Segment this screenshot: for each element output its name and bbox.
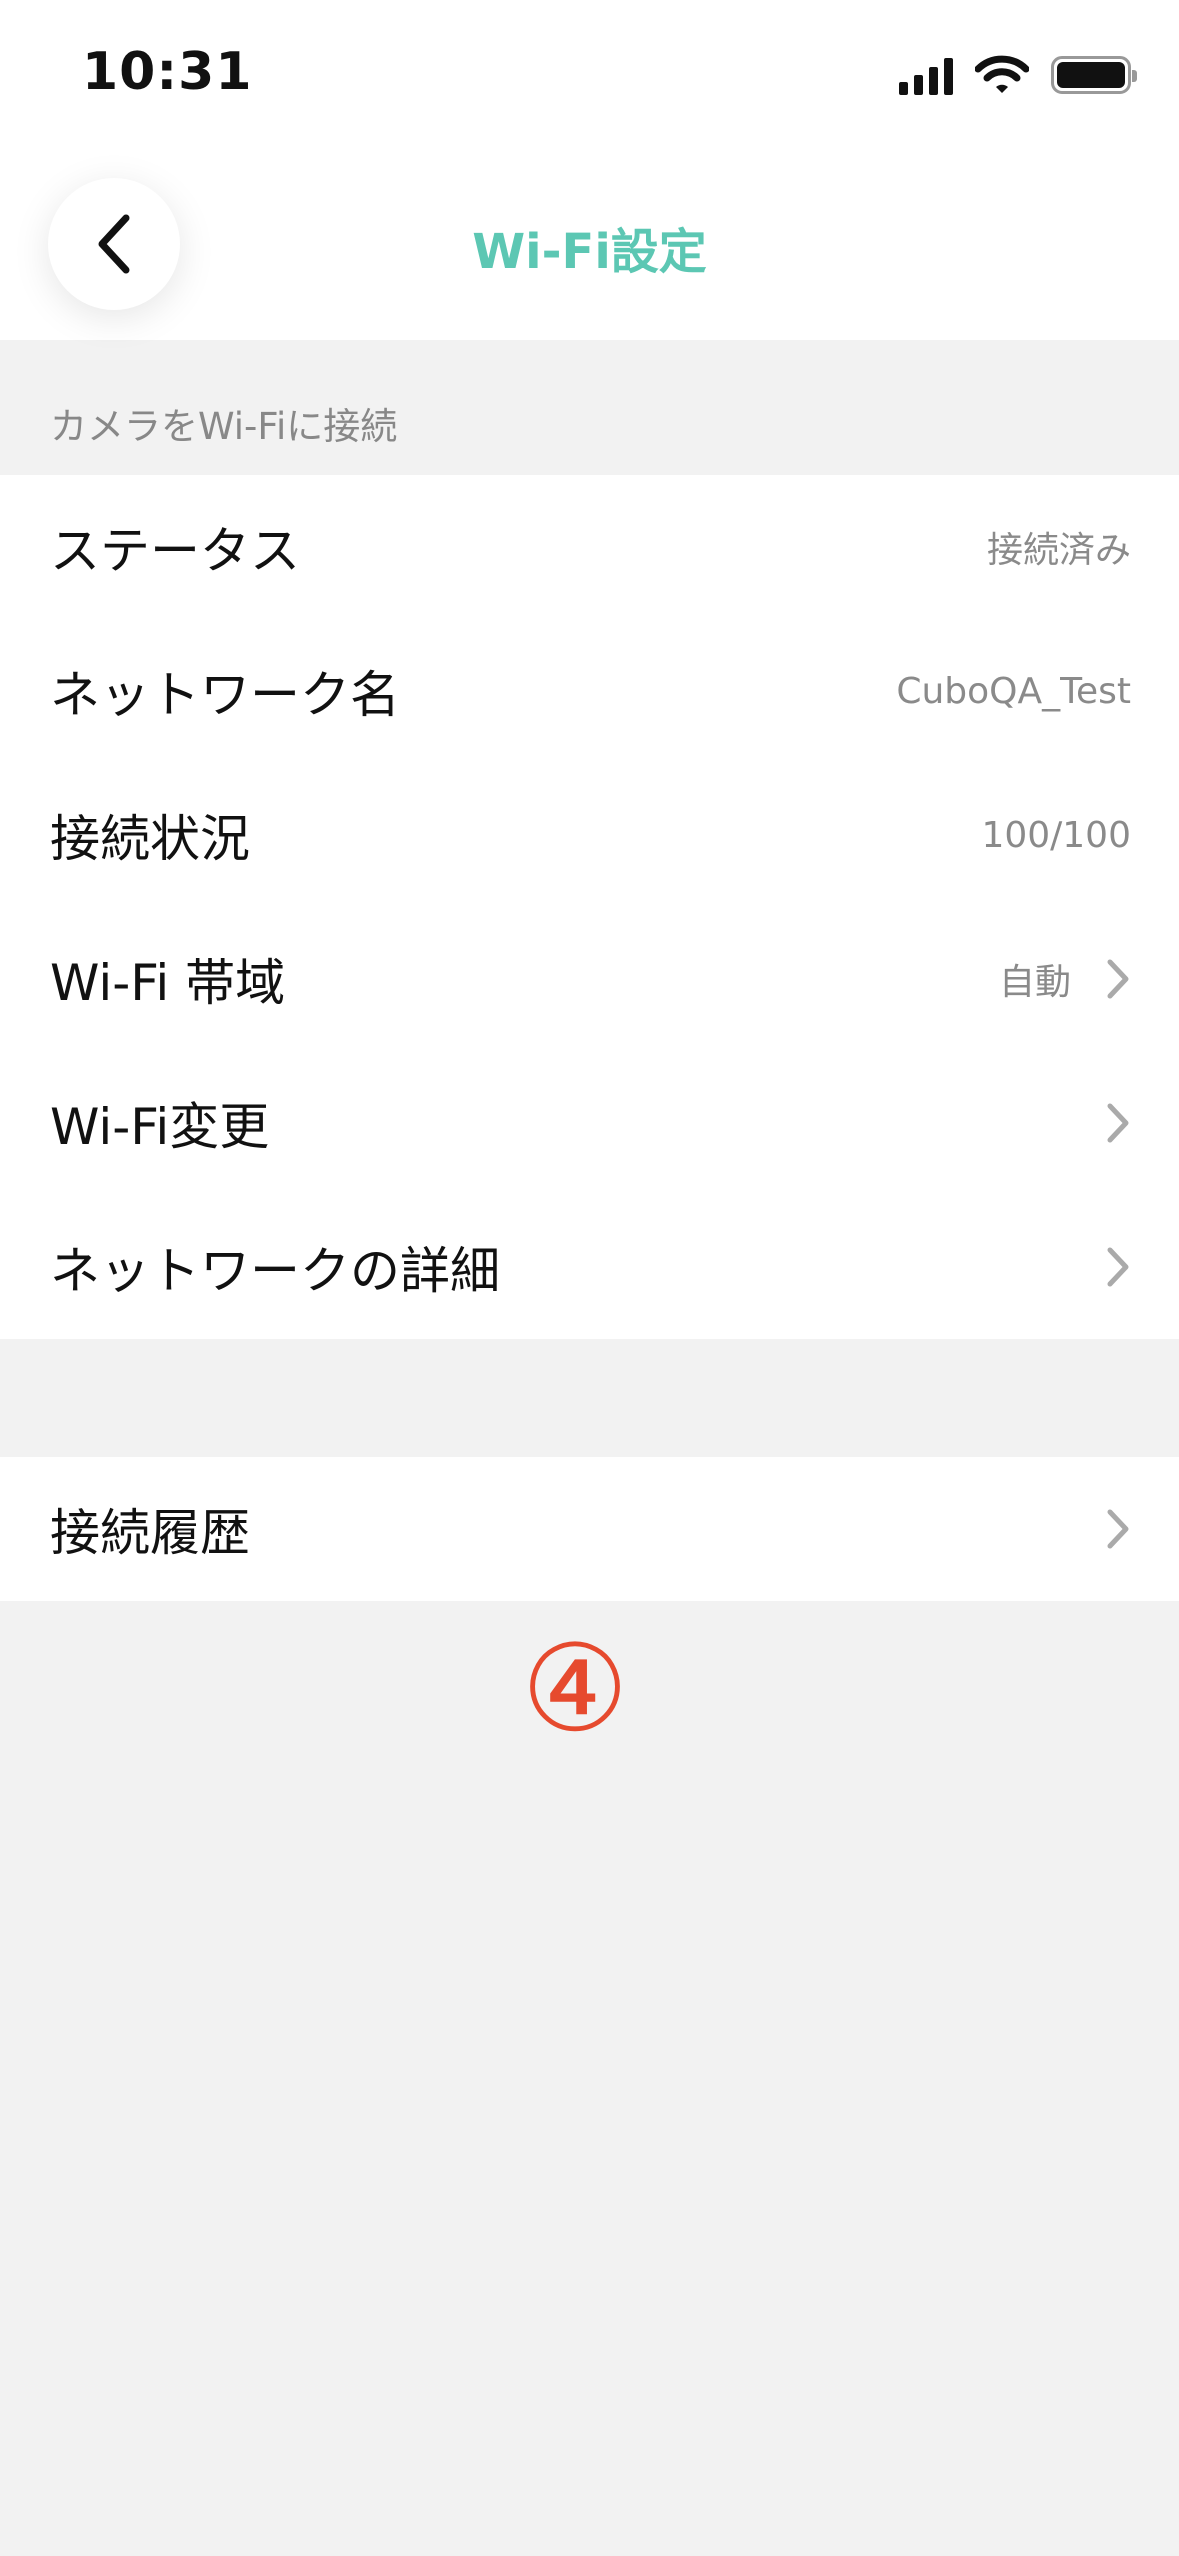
chevron-right-icon <box>1105 1101 1131 1145</box>
annotation-marker: ④ <box>521 1620 629 1759</box>
page-title: Wi-Fi設定 <box>472 224 707 280</box>
header: Wi-Fi設定 <box>0 150 1179 340</box>
row-label: ネットワーク名 <box>50 666 400 724</box>
cellular-signal-icon <box>899 55 953 95</box>
row-label: 接続履歴 <box>50 1504 250 1562</box>
chevron-right-icon <box>1105 1507 1131 1551</box>
status-icons <box>899 52 1137 98</box>
row-network-details[interactable]: ネットワークの詳細 <box>0 1195 1179 1339</box>
row-connection-status: 接続状況 100/100 <box>0 763 1179 907</box>
history-list: 接続履歴 <box>0 1457 1179 1601</box>
status-time: 10:31 <box>82 42 253 102</box>
screen: 10:31 Wi-Fi設定 カメラをWi-Fiに接続 ステータス 接続済み ネッ… <box>0 0 1179 2556</box>
battery-icon <box>1051 56 1137 94</box>
wifi-settings-list: ステータス 接続済み ネットワーク名 CuboQA_Test 接続状況 100/… <box>0 475 1179 1339</box>
row-network-name: ネットワーク名 CuboQA_Test <box>0 619 1179 763</box>
chevron-right-icon <box>1105 1245 1131 1289</box>
row-label: Wi-Fi変更 <box>50 1098 270 1156</box>
row-change-wifi[interactable]: Wi-Fi変更 <box>0 1051 1179 1195</box>
row-connection-history[interactable]: 接続履歴 <box>0 1457 1179 1601</box>
row-wifi-band[interactable]: Wi-Fi 帯域 自動 <box>0 907 1179 1051</box>
section-caption: カメラをWi-Fiに接続 <box>50 405 398 448</box>
row-status: ステータス 接続済み <box>0 475 1179 619</box>
chevron-right-icon <box>1105 957 1131 1001</box>
row-value: 100/100 <box>981 814 1131 856</box>
row-value: 自動 <box>998 962 1071 1003</box>
row-value: 接続済み <box>986 530 1131 571</box>
row-label: Wi-Fi 帯域 <box>50 954 286 1012</box>
wifi-icon <box>975 55 1029 93</box>
row-label: 接続状況 <box>50 810 250 868</box>
row-value: CuboQA_Test <box>896 670 1131 712</box>
status-bar: 10:31 <box>0 0 1179 150</box>
row-label: ネットワークの詳細 <box>50 1242 500 1300</box>
row-label: ステータス <box>50 522 300 580</box>
